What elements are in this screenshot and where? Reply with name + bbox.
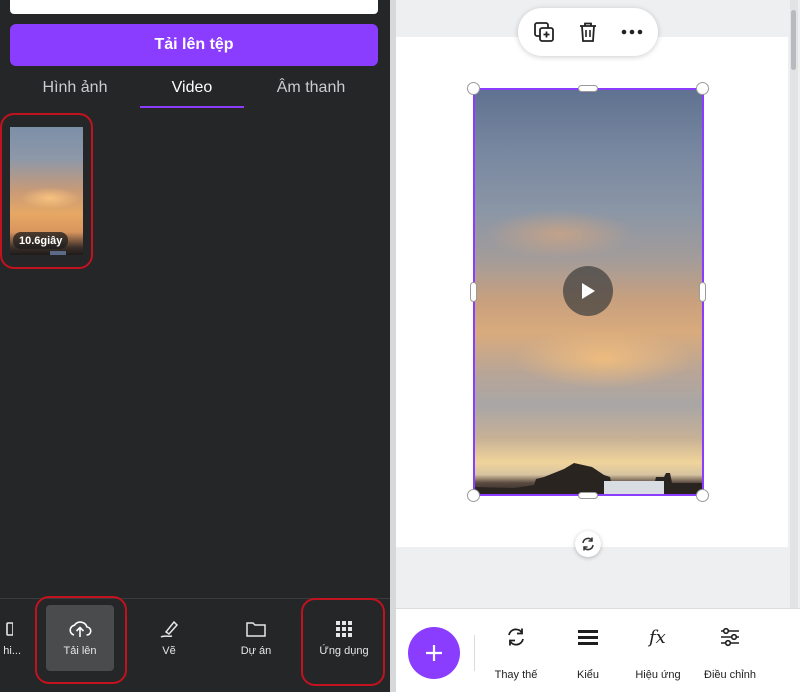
nav-item-projects[interactable]: Dự án <box>224 605 288 671</box>
resize-handle-left[interactable] <box>470 282 477 302</box>
toolbar-item-label: Kiểu <box>576 669 600 681</box>
nav-item-label: Vẽ <box>162 645 176 657</box>
replace-icon <box>508 628 524 646</box>
resize-handle-right[interactable] <box>699 282 706 302</box>
tab-video[interactable]: Video <box>140 66 244 110</box>
resize-handle-top-left[interactable] <box>467 82 480 95</box>
contextual-toolbar: Thay thế Kiểu fx Hiệu ứng Điều chỉnh <box>396 608 800 692</box>
scrollbar-thumb[interactable] <box>791 10 796 70</box>
upload-files-button[interactable]: Tải lên tệp <box>10 24 378 66</box>
adjust-button[interactable]: Điều chỉnh <box>702 625 758 681</box>
search-icon <box>22 0 36 4</box>
grid-icon <box>6 622 13 636</box>
plus-icon <box>426 645 442 661</box>
folder-icon <box>246 622 266 637</box>
side-panel: Tải lên tệp Hình ảnh Video Âm thanh 10.6… <box>0 0 390 692</box>
duplicate-icon <box>534 22 554 42</box>
toolbar-item-label: Điều chỉnh <box>704 669 756 681</box>
delete-icon <box>580 22 596 42</box>
style-button[interactable]: Kiểu <box>568 625 608 681</box>
search-input[interactable] <box>10 0 378 14</box>
video-cloud-2 <box>514 329 694 389</box>
nav-item-label: ...g hi... <box>0 645 22 657</box>
resize-handle-bottom[interactable] <box>578 492 598 499</box>
highlight-ring-apps <box>301 598 385 686</box>
play-icon <box>582 283 595 299</box>
effects-button[interactable]: fx Hiệu ứng <box>632 625 684 681</box>
toolbar-separator <box>474 635 475 671</box>
play-button[interactable] <box>563 266 613 316</box>
app-root: Tải lên tệp Hình ảnh Video Âm thanh 10.6… <box>0 0 800 692</box>
toolbar-item-label: Thay thế <box>494 669 538 681</box>
resize-handle-bottom-right[interactable] <box>696 489 709 502</box>
rotate-handle[interactable] <box>575 531 601 557</box>
resize-handle-bottom-left[interactable] <box>467 489 480 502</box>
editor-canvas: Thay thế Kiểu fx Hiệu ứng Điều chỉnh <box>396 0 800 692</box>
city-skyline <box>474 463 703 495</box>
highlight-ring-upload <box>35 596 127 684</box>
style-icon <box>578 630 598 645</box>
nav-item-label: Dự án <box>240 645 272 657</box>
adjust-icon <box>721 627 739 647</box>
duplicate-button[interactable] <box>532 20 556 44</box>
effects-icon: fx <box>647 627 666 648</box>
replace-button[interactable]: Thay thế <box>492 625 540 681</box>
nav-item-draw[interactable]: Vẽ <box>140 605 198 671</box>
media-tabs: Hình ảnh Video Âm thanh <box>0 66 390 110</box>
pen-icon <box>160 620 179 638</box>
delete-button[interactable] <box>576 20 600 44</box>
more-icon <box>621 29 643 35</box>
add-button[interactable] <box>408 627 460 679</box>
video-cloud-1 <box>484 209 634 259</box>
resize-handle-top-right[interactable] <box>696 82 709 95</box>
rotate-icon <box>582 537 594 551</box>
more-button[interactable] <box>620 20 644 44</box>
tab-images[interactable]: Hình ảnh <box>20 66 130 110</box>
active-tab-indicator <box>140 106 244 108</box>
nav-item-partial[interactable]: ...g hi... <box>0 605 28 671</box>
highlight-ring-thumbnail <box>0 113 93 269</box>
svg-text:fx: fx <box>647 627 666 648</box>
element-toolbar <box>518 8 658 56</box>
tab-audio[interactable]: Âm thanh <box>256 66 366 110</box>
toolbar-item-label: Hiệu ứng <box>635 669 681 681</box>
scrollbar-track[interactable] <box>790 0 798 608</box>
resize-handle-top[interactable] <box>578 85 598 92</box>
